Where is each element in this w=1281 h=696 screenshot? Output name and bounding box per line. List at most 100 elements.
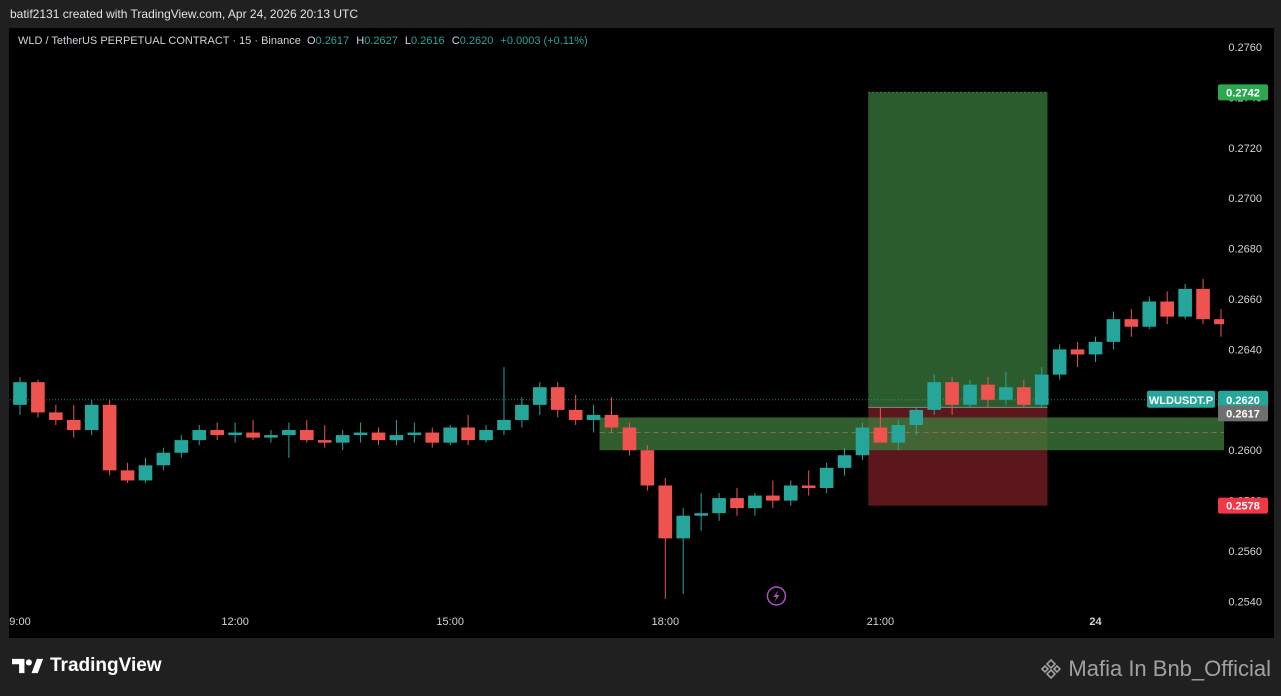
candle <box>246 419 260 441</box>
candle-body <box>640 450 655 486</box>
symbol-title[interactable]: WLD / TetherUS PERPETUAL CONTRACT · 15 ·… <box>18 35 301 47</box>
candle <box>1124 309 1139 337</box>
candle <box>1178 283 1192 320</box>
tradingview-brand[interactable]: TradingView <box>12 655 162 677</box>
candle-body <box>999 387 1013 400</box>
candle <box>335 430 350 451</box>
close-label: C <box>451 35 460 47</box>
candle <box>13 377 27 415</box>
tradingview-logo-icon <box>12 658 44 674</box>
candle-body <box>246 432 260 438</box>
candle-body <box>891 425 906 443</box>
candle <box>353 422 368 443</box>
candle <box>783 480 798 506</box>
candle <box>550 382 565 418</box>
y-tick-label: 0.2540 <box>1228 596 1262 608</box>
candle <box>299 419 314 443</box>
high-value: 0.2627 <box>364 35 398 47</box>
y-tick-label: 0.2720 <box>1228 143 1262 155</box>
candle-body <box>819 467 834 488</box>
candle-body <box>1016 387 1031 405</box>
candle-body <box>963 384 977 405</box>
candle-body <box>264 435 278 438</box>
candle <box>1250 264 1264 314</box>
candlestick-chart[interactable]: 0.27600.27400.27200.27000.26800.26600.26… <box>0 0 1281 640</box>
watermark-text: Mafia In Bnb_Official <box>1068 656 1271 681</box>
candle-body <box>1178 288 1192 317</box>
candle-body <box>766 495 780 501</box>
candle-body <box>192 430 207 441</box>
open-label: O <box>306 35 316 47</box>
binance-diamond-icon <box>1041 658 1062 680</box>
candle-body <box>299 430 314 441</box>
candle <box>156 447 171 471</box>
x-tick-label: 15:00 <box>436 616 464 628</box>
candle-body <box>1124 319 1139 327</box>
candle <box>1160 291 1175 325</box>
ohlc-legend: WLD / TetherUS PERPETUAL CONTRACT · 15 ·… <box>18 35 588 47</box>
candle <box>1142 296 1157 330</box>
target-price-tag: 0.2742 <box>1218 84 1268 101</box>
candle <box>84 399 99 436</box>
candle-body <box>712 498 726 514</box>
candle-body <box>31 382 45 413</box>
candle-body <box>550 387 565 410</box>
candle-body <box>909 409 924 425</box>
y-tick-label: 0.2560 <box>1228 546 1262 558</box>
candle-body <box>1106 319 1121 342</box>
candle-body <box>228 432 242 436</box>
candle <box>461 414 475 446</box>
candle-body <box>1160 301 1175 317</box>
candle-body <box>371 432 386 441</box>
candle <box>1088 336 1103 362</box>
candle <box>102 399 117 476</box>
candle <box>282 422 296 458</box>
candle <box>640 445 655 491</box>
candle-body <box>801 485 816 488</box>
candle-body <box>13 382 27 405</box>
candle-body <box>407 432 422 436</box>
candle <box>66 404 81 438</box>
candle-body <box>156 452 171 466</box>
candle <box>515 397 529 428</box>
price-tag-text: 0.2620 <box>1226 395 1260 407</box>
stop-price-tag-text: 0.2578 <box>1226 501 1260 513</box>
candle-body <box>927 382 941 410</box>
candle <box>49 404 63 425</box>
reference-price-tag: 0.2617 <box>1218 405 1268 422</box>
candle-body <box>1070 349 1085 355</box>
candle-body <box>730 498 744 509</box>
candle <box>568 394 583 425</box>
candle-body <box>658 485 673 539</box>
high-label: H <box>356 35 365 47</box>
candle-body <box>479 430 493 441</box>
y-tick-label: 0.2640 <box>1228 344 1262 356</box>
candle <box>1196 278 1210 325</box>
candle-body <box>533 387 547 405</box>
symbol-tag-text: WLDUSDT.P <box>1149 395 1213 407</box>
candle <box>604 397 619 433</box>
x-tick-label: 24 <box>1089 616 1102 628</box>
candle-body <box>174 440 189 453</box>
candle-body <box>1214 319 1224 325</box>
candle <box>120 462 135 483</box>
y-tick-label: 0.2600 <box>1228 445 1262 457</box>
candle-body <box>1196 288 1210 320</box>
candle <box>1214 309 1224 337</box>
watermark: Mafia In Bnb_Official <box>1040 656 1271 682</box>
candle <box>1268 266 1281 306</box>
candle-body <box>981 384 995 400</box>
candle <box>210 422 224 441</box>
candle-body <box>1268 269 1281 302</box>
candle <box>533 382 547 415</box>
support-zone <box>599 417 1224 451</box>
candle-body <box>443 427 458 443</box>
brand-name: TradingView <box>50 655 162 676</box>
candle <box>801 470 816 496</box>
candle-body <box>604 414 619 428</box>
x-tick-label: 21:00 <box>867 616 895 628</box>
candle <box>371 427 386 446</box>
candle-body <box>353 432 368 436</box>
candle <box>1070 341 1085 368</box>
candle <box>479 425 493 443</box>
